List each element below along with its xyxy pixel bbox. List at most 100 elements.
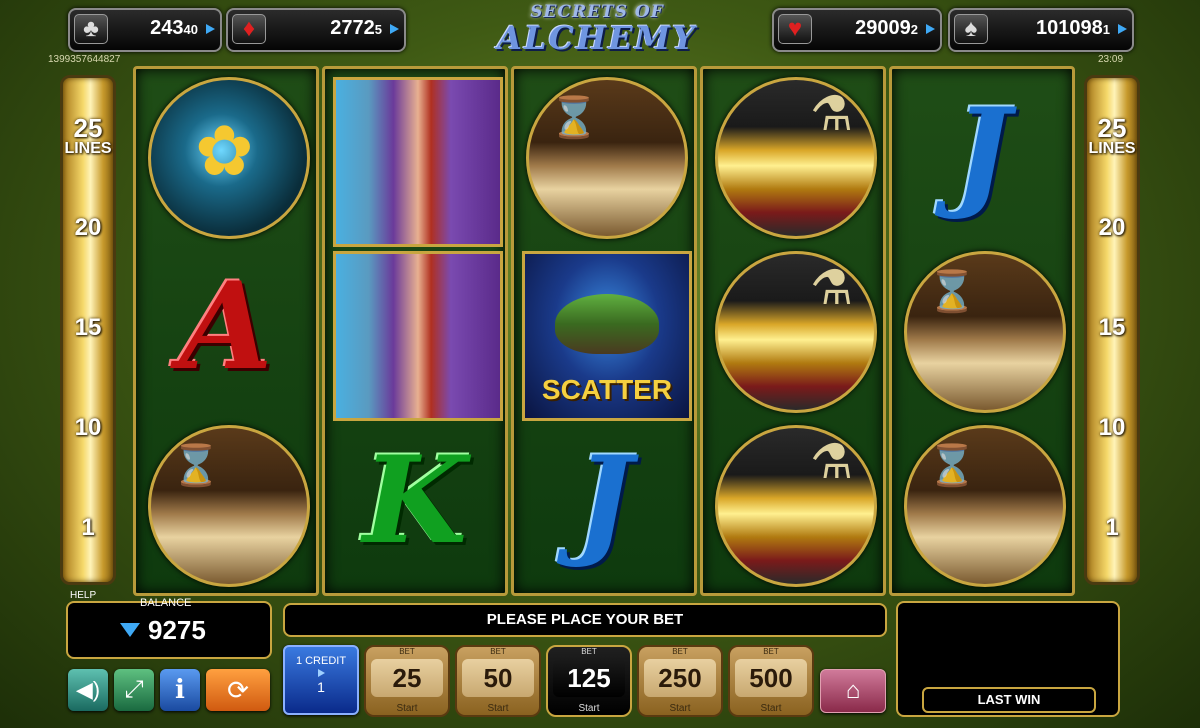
- balance-label: BALANCE: [140, 597, 192, 609]
- letter-a-icon: A: [179, 256, 273, 397]
- line-mark-15: 15: [74, 314, 102, 341]
- last-win-box: LAST WIN: [896, 601, 1120, 717]
- clubs-icon: ♣: [74, 14, 108, 44]
- bet-25-button[interactable]: BET 25 Start: [364, 645, 450, 717]
- home-button[interactable]: ⌂: [820, 669, 886, 713]
- book-detail-icon: ⌛: [171, 444, 221, 488]
- diamonds-icon: ♦: [232, 14, 266, 44]
- reel-1: ✿ A ⌛: [133, 66, 319, 596]
- last-win-label: LAST WIN: [922, 687, 1096, 713]
- line-mark-15: 15: [1098, 314, 1126, 341]
- credit-value: 1: [317, 679, 325, 695]
- credit-button[interactable]: 1 CREDIT 1: [283, 645, 359, 715]
- symbol-book: ⌛: [896, 421, 1068, 587]
- home-icon: ⌂: [845, 677, 861, 704]
- gold-icon: ⚗: [715, 251, 877, 413]
- jackpot-hearts-value: 29009: [855, 17, 911, 39]
- spades-icon: ♠: [954, 14, 988, 44]
- book-icon: ⌛: [148, 425, 310, 587]
- symbol-j: J: [518, 421, 690, 587]
- arrow-icon: [206, 24, 215, 34]
- jackpot-spades-value: 101098: [1036, 17, 1103, 39]
- scatter-label: SCATTER: [541, 374, 673, 405]
- bet-250-button[interactable]: BET 250 Start: [637, 645, 723, 717]
- symbol-woman: [329, 247, 503, 421]
- symbol-j: J: [896, 73, 1068, 239]
- message-bar: PLEASE PLACE YOUR BET: [283, 603, 887, 637]
- arrow-icon: [926, 24, 935, 34]
- bet-label: BET: [672, 647, 688, 656]
- clock: 23:09: [1098, 54, 1124, 65]
- bet-start-label: Start: [669, 703, 691, 714]
- jackpot-diamonds: ♦ 27725: [226, 8, 406, 52]
- reel-4: ⚗ ⚗ ⚗: [700, 66, 886, 596]
- gold-icon: ⚗: [715, 425, 877, 587]
- session-id: 1399357644827: [48, 54, 121, 65]
- info-button[interactable]: i: [160, 669, 200, 711]
- reel-5: J ⌛ ⌛: [889, 66, 1075, 596]
- symbol-scatter: SCATTER: [518, 247, 692, 421]
- jackpot-hearts-sub: 2: [910, 22, 918, 37]
- bet-start-label: Start: [487, 703, 509, 714]
- speaker-icon: ◀): [75, 677, 101, 702]
- symbol-gold: ⚗: [707, 421, 879, 587]
- message-text: PLEASE PLACE YOUR BET: [486, 611, 684, 628]
- symbol-book: ⌛: [896, 247, 1068, 413]
- bet-start-label: Start: [578, 703, 600, 714]
- bet-value: 125: [553, 659, 625, 697]
- jackpot-clubs-value: 243: [150, 17, 184, 39]
- bet-value: 500: [735, 659, 807, 697]
- symbol-book: ⌛: [140, 421, 312, 587]
- lines-count: 25: [1097, 113, 1127, 143]
- fullscreen-button[interactable]: ⤢: [114, 669, 154, 711]
- gold-icon: ⚗: [715, 77, 877, 239]
- floating-castle-icon: [555, 294, 659, 354]
- hearts-icon: ♥: [778, 14, 812, 44]
- bet-value: 25: [371, 659, 443, 697]
- bet-500-button[interactable]: BET 500 Start: [728, 645, 814, 717]
- rose-detail-icon: ✿: [195, 112, 254, 190]
- bet-label: BET: [399, 647, 415, 656]
- scatter-icon: SCATTER: [522, 251, 692, 421]
- jackpot-clubs-sub: 40: [183, 22, 198, 37]
- balance-box: BALANCE 9275: [66, 597, 272, 659]
- line-mark-1: 1: [1105, 514, 1119, 541]
- line-mark-20: 20: [74, 214, 102, 241]
- lines-label: LINES: [64, 140, 112, 157]
- line-meter-left: 25 LINES 20 15 10 1: [60, 75, 116, 585]
- reel-3: ⌛ SCATTER J: [511, 66, 697, 596]
- sound-button[interactable]: ◀): [68, 669, 108, 711]
- jackpot-clubs: ♣ 24340: [68, 8, 222, 52]
- bet-label: BET: [581, 647, 597, 656]
- diamond-icon: [120, 623, 140, 637]
- book-icon: ⌛: [904, 251, 1066, 413]
- symbol-k: K: [329, 421, 501, 587]
- jackpot-diamonds-value: 2772: [330, 17, 375, 39]
- bet-50-button[interactable]: BET 50 Start: [455, 645, 541, 717]
- letter-j-icon: J: [575, 430, 633, 571]
- symbol-woman: [329, 73, 503, 247]
- bet-125-button[interactable]: BET 125 Start: [546, 645, 632, 717]
- bet-start-label: Start: [396, 703, 418, 714]
- logo-line2: ALCHEMY: [497, 19, 697, 57]
- reel-2: K: [322, 66, 508, 596]
- book-detail-icon: ⌛: [549, 96, 599, 140]
- gold-detail-icon: ⚗: [810, 436, 854, 489]
- autoplay-button[interactable]: ⟳: [206, 669, 270, 711]
- alchemist-woman-icon: [333, 251, 503, 421]
- help-label[interactable]: HELP: [70, 590, 96, 601]
- bet-value: 250: [644, 659, 716, 697]
- line-meter-right: 25 LINES 20 15 10 1: [1084, 75, 1140, 585]
- gold-detail-icon: ⚗: [810, 88, 854, 141]
- arrow-icon: [1118, 24, 1127, 34]
- symbol-gold: ⚗: [707, 73, 879, 239]
- alchemist-woman-icon: [333, 77, 503, 247]
- jackpot-diamonds-sub: 5: [374, 22, 382, 37]
- rose-icon: ✿: [148, 77, 310, 239]
- gold-detail-icon: ⚗: [810, 262, 854, 315]
- line-mark-1: 1: [81, 514, 95, 541]
- line-mark-10: 10: [1098, 414, 1126, 441]
- credit-label: 1 CREDIT: [295, 655, 347, 667]
- jackpot-spades: ♠ 1010981: [948, 8, 1134, 52]
- bet-label: BET: [490, 647, 506, 656]
